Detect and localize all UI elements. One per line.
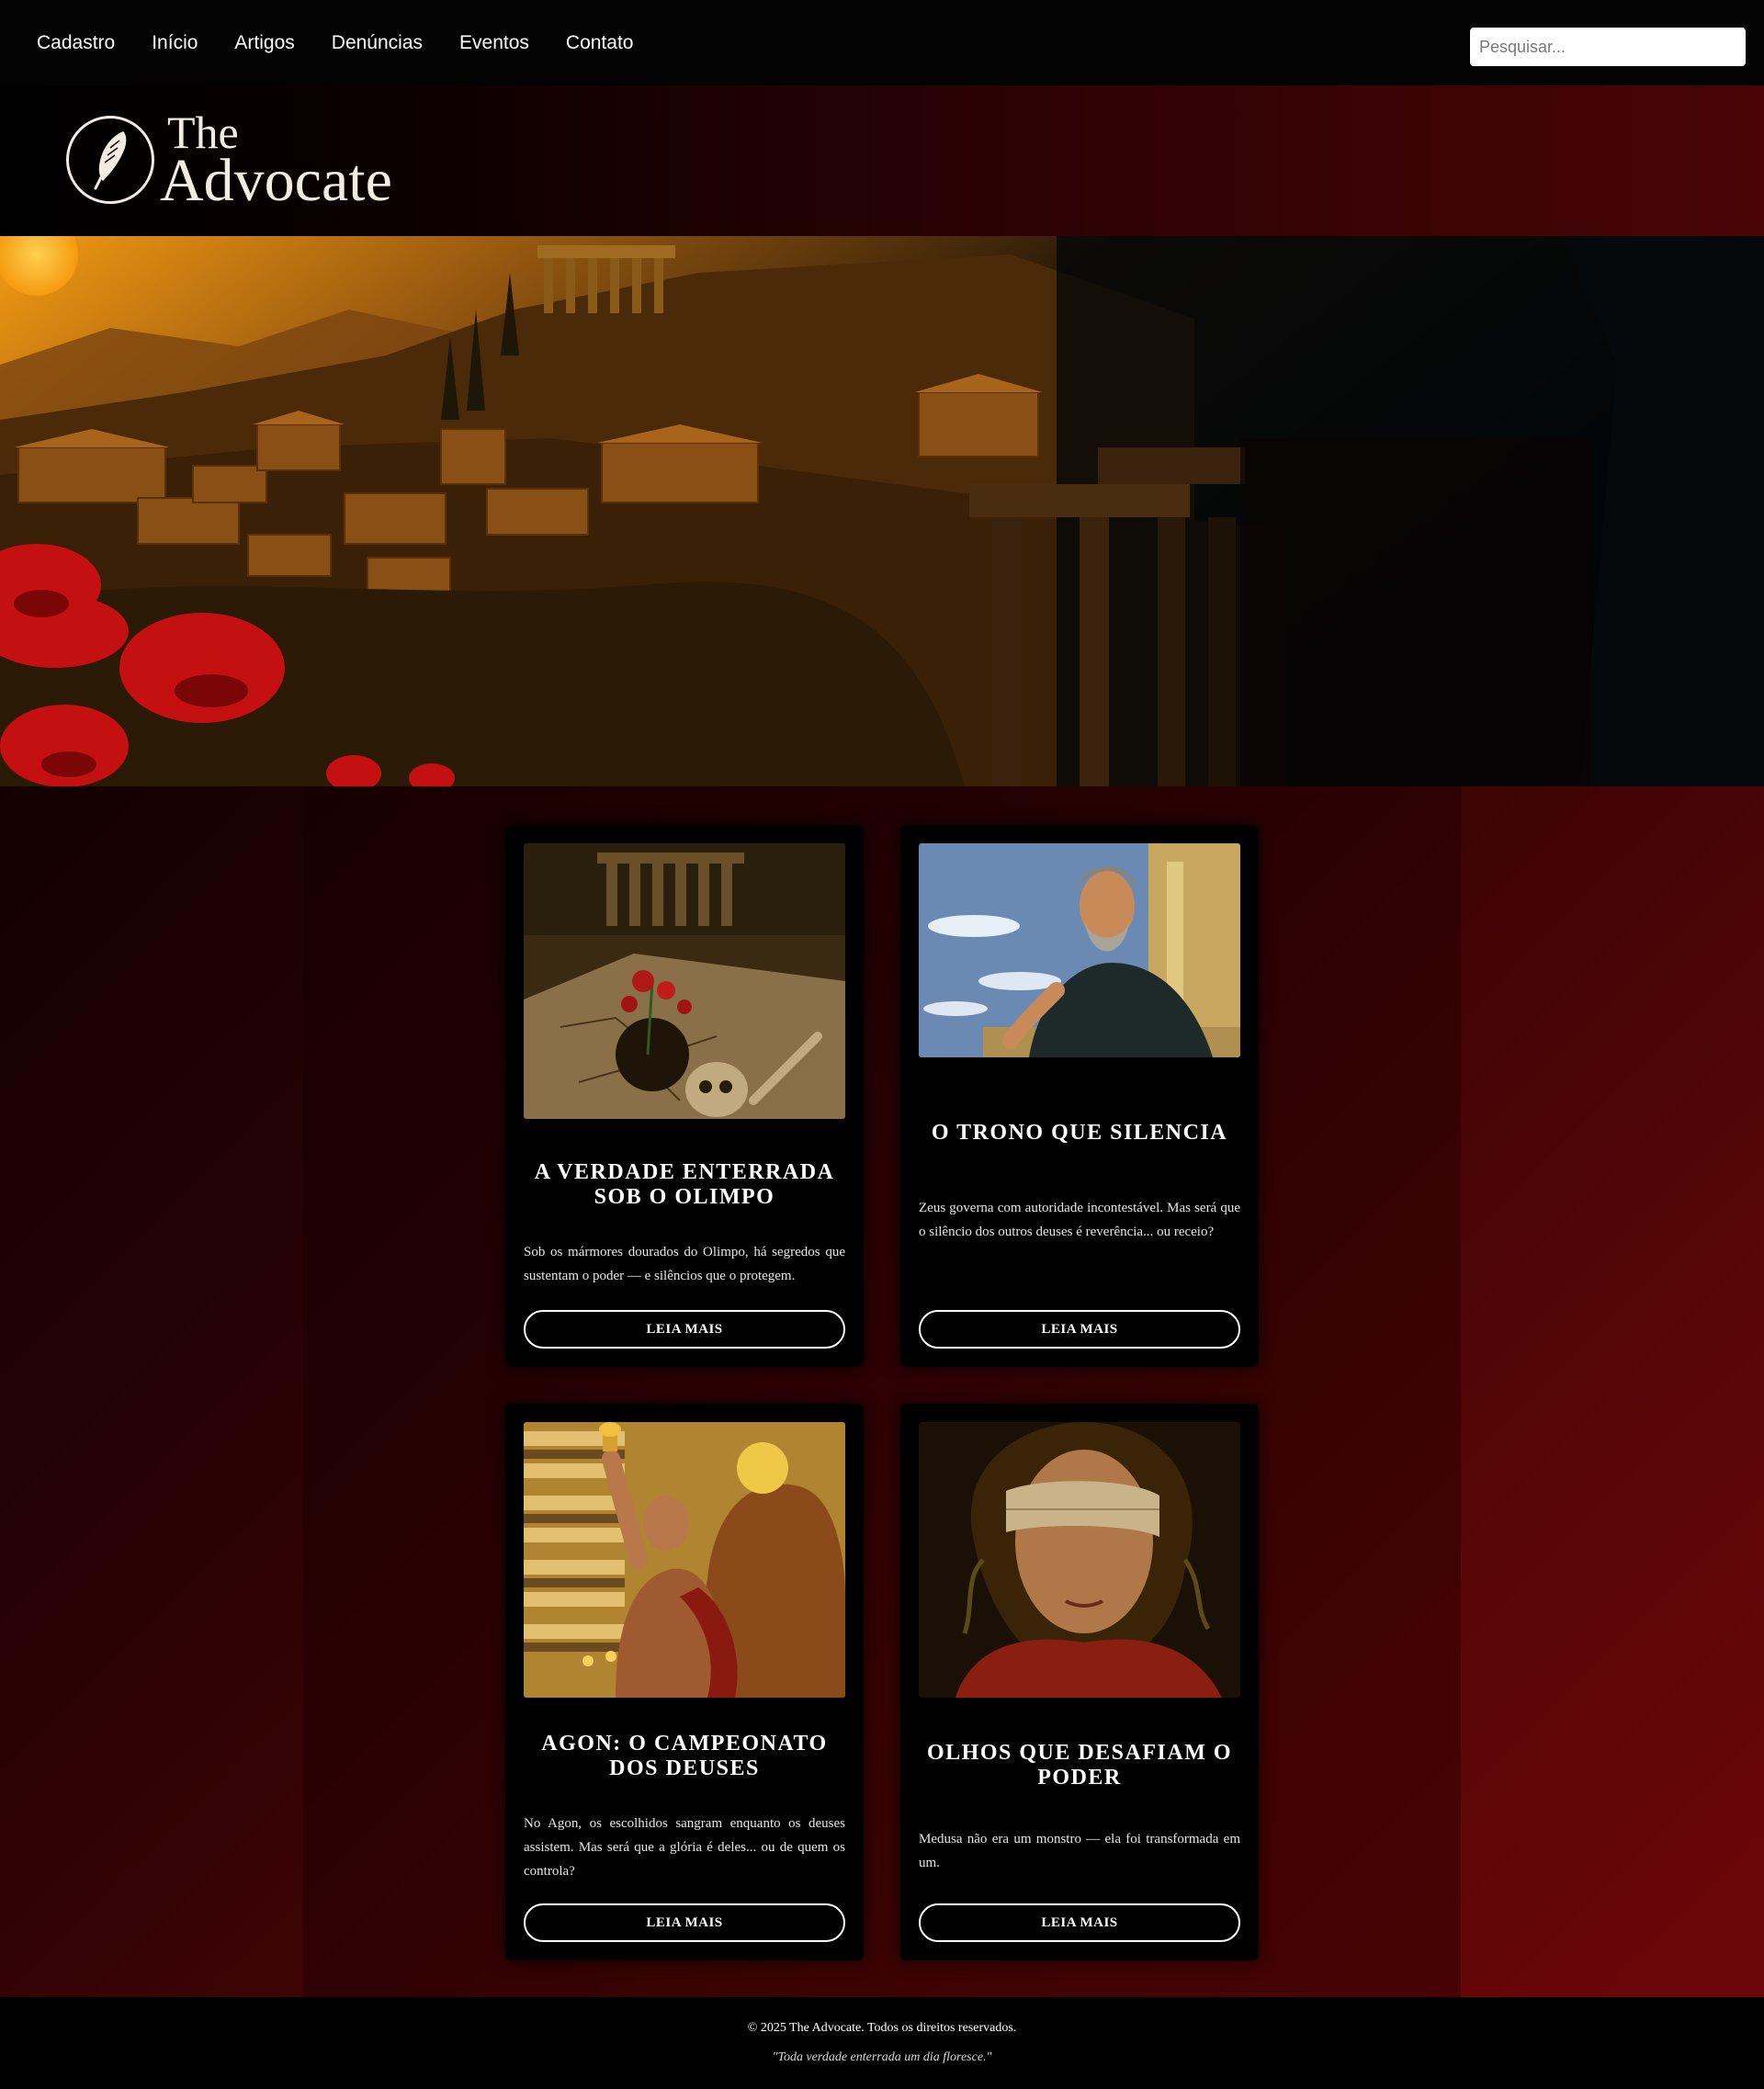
article-excerpt: Sob os mármores dourados do Olimpo, há s…: [524, 1245, 845, 1283]
article-excerpt: Zeus governa com autoridade incontestáve…: [919, 1201, 1240, 1239]
article-title[interactable]: AGON: O CAMPEONATO DOS DEUSES: [524, 1732, 845, 1781]
article-card: OLHOS QUE DESAFIAM O PODER Medusa não er…: [900, 1404, 1259, 1960]
read-more-button[interactable]: LEIA MAIS: [919, 1310, 1240, 1349]
read-more-button[interactable]: LEIA MAIS: [524, 1310, 845, 1349]
article-card: O TRONO QUE SILENCIA Zeus governa com au…: [900, 825, 1259, 1367]
brand-header: The Advocate: [0, 85, 1764, 236]
article-excerpt: No Agon, os escolhidos sangram enquanto …: [524, 1816, 845, 1879]
nav-link-denuncias[interactable]: Denúncias: [332, 32, 423, 54]
site-logo[interactable]: The Advocate: [66, 109, 392, 214]
read-more-button[interactable]: LEIA MAIS: [524, 1903, 845, 1942]
quill-feather-icon: [66, 116, 154, 205]
footer-quote: "Toda verdade enterrada um dia floresce.…: [772, 2050, 992, 2064]
top-navigation-bar: Cadastro Início Artigos Denúncias Evento…: [0, 0, 1764, 85]
logo-name: Advocate: [160, 147, 392, 214]
article-image[interactable]: [919, 1422, 1240, 1698]
article-image[interactable]: [524, 1422, 845, 1698]
nav-link-contato[interactable]: Contato: [566, 32, 634, 54]
footer-copyright: © 2025 The Advocate. Todos os direitos r…: [747, 2021, 1017, 2035]
article-title[interactable]: OLHOS QUE DESAFIAM O PODER: [919, 1741, 1240, 1790]
read-more-button[interactable]: LEIA MAIS: [919, 1903, 1240, 1942]
hero-banner-image: [0, 236, 1764, 786]
article-title[interactable]: A VERDADE ENTERRADA SOB O OLIMPO: [524, 1160, 845, 1210]
article-image[interactable]: [524, 843, 845, 1119]
article-card: AGON: O CAMPEONATO DOS DEUSES No Agon, o…: [505, 1404, 864, 1960]
article-title[interactable]: O TRONO QUE SILENCIA: [919, 1121, 1240, 1146]
articles-section: A VERDADE ENTERRADA SOB O OLIMPO Sob os …: [303, 786, 1461, 1997]
nav-link-inicio[interactable]: Início: [152, 32, 198, 54]
site-footer: © 2025 The Advocate. Todos os direitos r…: [0, 1997, 1764, 2089]
article-card: A VERDADE ENTERRADA SOB O OLIMPO Sob os …: [505, 825, 864, 1367]
logo-wordmark: The Advocate: [160, 109, 392, 214]
nav-link-eventos[interactable]: Eventos: [459, 32, 529, 54]
search-input[interactable]: [1470, 28, 1746, 66]
article-image[interactable]: [919, 843, 1240, 1057]
nav-link-cadastro[interactable]: Cadastro: [37, 32, 115, 54]
nav-menu: Cadastro Início Artigos Denúncias Evento…: [37, 32, 670, 54]
article-excerpt: Medusa não era um monstro — ela foi tran…: [919, 1832, 1240, 1870]
nav-link-artigos[interactable]: Artigos: [234, 32, 294, 54]
